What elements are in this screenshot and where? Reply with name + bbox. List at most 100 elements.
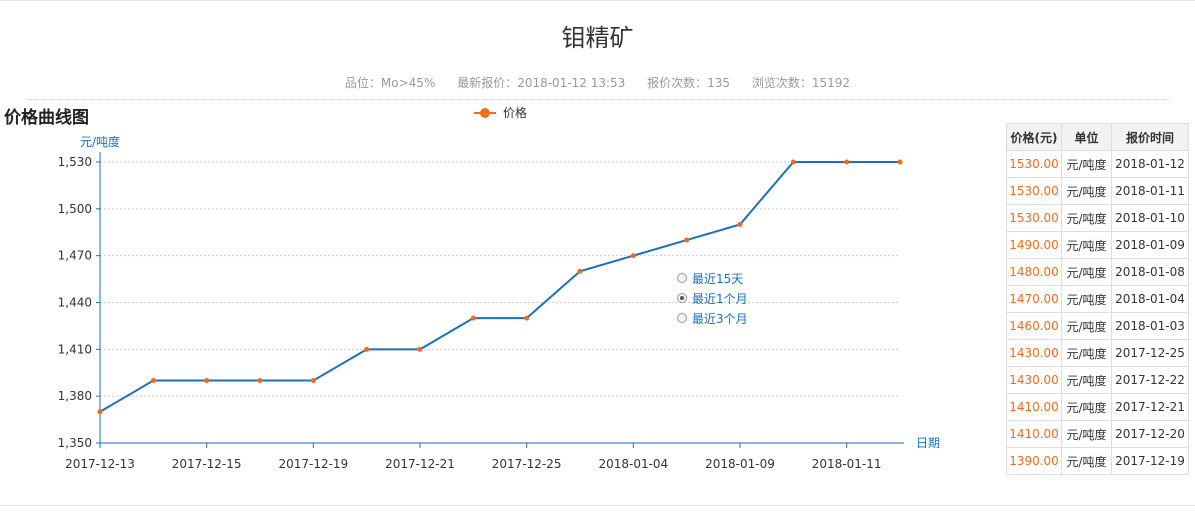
header-date: 报价时间 <box>1111 123 1189 151</box>
cell-price: 1430.00 <box>1006 366 1062 394</box>
y-tick-label: 1,350 <box>58 436 92 450</box>
range-option-label: 最近1个月 <box>692 291 748 306</box>
table-body: 1530.00 元/吨度 2018-01-12 1530.00 元/吨度 2018-01-… <box>1006 150 1189 475</box>
data-point[interactable] <box>684 237 690 243</box>
table-row: 1530.00 元/吨度 2018-01-12 <box>1006 150 1189 178</box>
cell-date: 2018-01-12 <box>1111 150 1189 178</box>
x-tick-label: 2018-01-09 <box>705 457 775 471</box>
range-option-label: 最近15天 <box>692 271 744 286</box>
cell-date: 2017-12-19 <box>1111 447 1189 475</box>
x-tick-label: 2017-12-13 <box>65 457 135 471</box>
x-tick-label: 2018-01-11 <box>812 457 882 471</box>
cell-price: 1530.00 <box>1006 177 1062 205</box>
table-row: 1410.00 元/吨度 2017-12-20 <box>1006 420 1189 448</box>
cell-unit: 元/吨度 <box>1061 231 1112 259</box>
cell-date: 2018-01-09 <box>1111 231 1189 259</box>
range-option-label: 最近3个月 <box>692 311 748 326</box>
table-row: 1460.00 元/吨度 2018-01-03 <box>1006 312 1189 340</box>
cell-unit: 元/吨度 <box>1061 177 1112 205</box>
y-tick-label: 1,380 <box>58 389 92 403</box>
data-point[interactable] <box>150 378 156 384</box>
cell-price: 1390.00 <box>1006 447 1062 475</box>
y-tick-label: 1,440 <box>58 296 92 310</box>
cell-unit: 元/吨度 <box>1061 258 1112 286</box>
cell-unit: 元/吨度 <box>1061 420 1112 448</box>
data-point[interactable] <box>97 409 103 415</box>
legend-label: 价格 <box>503 105 527 120</box>
data-point[interactable] <box>630 253 636 259</box>
x-tick-label: 2017-12-25 <box>492 457 562 471</box>
y-tick-label: 1,530 <box>58 155 92 169</box>
cell-date: 2017-12-22 <box>1111 366 1189 394</box>
meta-latest-quote: 最新报价：2018-01-12 13:53 <box>457 76 626 90</box>
price-line-chart: 元/吨度 日期 1,3501,3801,4101,4401,4701,5001,… <box>58 105 940 471</box>
legend-marker <box>480 108 490 118</box>
price-series-points <box>97 159 903 415</box>
price-meta-bar: 品位：Mo>45% 最新报价：2018-01-12 13:53 报价次数：135… <box>0 74 1195 91</box>
table-row: 1430.00 元/吨度 2017-12-25 <box>1006 339 1189 367</box>
cell-price: 1530.00 <box>1006 150 1062 178</box>
data-point[interactable] <box>844 159 850 165</box>
data-point[interactable] <box>470 315 476 321</box>
cell-unit: 元/吨度 <box>1061 393 1112 421</box>
range-radio-15-days[interactable] <box>677 273 687 283</box>
cell-price: 1410.00 <box>1006 420 1062 448</box>
data-point[interactable] <box>577 268 583 274</box>
data-point[interactable] <box>524 315 530 321</box>
cell-unit: 元/吨度 <box>1061 204 1112 232</box>
x-ticks: 2017-12-13 2017-12-15 2017-12-19 2017-12-21… <box>65 443 882 471</box>
data-point[interactable] <box>257 378 263 384</box>
legend[interactable]: 价格 <box>474 105 527 120</box>
cell-price: 1410.00 <box>1006 393 1062 421</box>
cell-unit: 元/吨度 <box>1061 312 1112 340</box>
table-row: 1470.00 元/吨度 2018-01-04 <box>1006 285 1189 313</box>
table-row: 1530.00 元/吨度 2018-01-11 <box>1006 177 1189 205</box>
meta-grade: 品位：Mo>45% <box>344 76 436 90</box>
range-option-1-month[interactable]: 最近1个月 <box>677 288 748 308</box>
cell-date: 2017-12-21 <box>1111 393 1189 421</box>
cell-price: 1430.00 <box>1006 339 1062 367</box>
cell-price: 1460.00 <box>1006 312 1062 340</box>
grid-lines <box>100 161 900 397</box>
cell-date: 2018-01-11 <box>1111 177 1189 205</box>
y-tick-label: 1,470 <box>58 249 92 263</box>
range-option-15-days[interactable]: 最近15天 <box>677 268 748 288</box>
cell-date: 2018-01-08 <box>1111 258 1189 286</box>
data-point[interactable] <box>417 346 423 352</box>
price-history-table: 价格(元) 单位 报价时间 1530.00 元/吨度 2018-01-12 1530.… <box>1006 123 1189 475</box>
data-point[interactable] <box>897 159 903 165</box>
table-row: 1390.00 元/吨度 2017-12-19 <box>1006 447 1189 475</box>
range-radio-1-month[interactable] <box>677 293 687 303</box>
data-point[interactable] <box>790 159 796 165</box>
page-title: 钼精矿 <box>561 24 634 52</box>
cell-unit: 元/吨度 <box>1061 285 1112 313</box>
range-option-3-months[interactable]: 最近3个月 <box>677 308 748 328</box>
table-row: 1530.00 元/吨度 2018-01-10 <box>1006 204 1189 232</box>
meta-view-count: 浏览次数：15192 <box>751 76 851 90</box>
data-point[interactable] <box>310 378 316 384</box>
data-point[interactable] <box>737 221 743 227</box>
cell-date: 2018-01-04 <box>1111 285 1189 313</box>
range-radio-3-months[interactable] <box>677 313 687 323</box>
price-series-line <box>99 161 900 413</box>
data-point[interactable] <box>364 346 370 352</box>
cell-price: 1490.00 <box>1006 231 1062 259</box>
y-tick-label: 1,500 <box>58 202 92 216</box>
cell-unit: 元/吨度 <box>1061 339 1112 367</box>
cell-price: 1470.00 <box>1006 285 1062 313</box>
x-tick-label: 2017-12-21 <box>385 457 455 471</box>
cell-price: 1480.00 <box>1006 258 1062 286</box>
table-row: 1410.00 元/吨度 2017-12-21 <box>1006 393 1189 421</box>
cell-price: 1530.00 <box>1006 204 1062 232</box>
cell-date: 2018-01-03 <box>1111 312 1189 340</box>
cell-date: 2017-12-20 <box>1111 420 1189 448</box>
meta-quote-count: 报价次数：135 <box>647 76 731 90</box>
table-row: 1480.00 元/吨度 2018-01-08 <box>1006 258 1189 286</box>
cell-unit: 元/吨度 <box>1061 150 1112 178</box>
cell-date: 2018-01-10 <box>1111 204 1189 232</box>
table-row: 1430.00 元/吨度 2017-12-22 <box>1006 366 1189 394</box>
x-axis-label: 日期 <box>916 436 940 450</box>
header-unit: 单位 <box>1061 123 1112 151</box>
data-point[interactable] <box>204 378 210 384</box>
top-border <box>0 0 1195 1</box>
